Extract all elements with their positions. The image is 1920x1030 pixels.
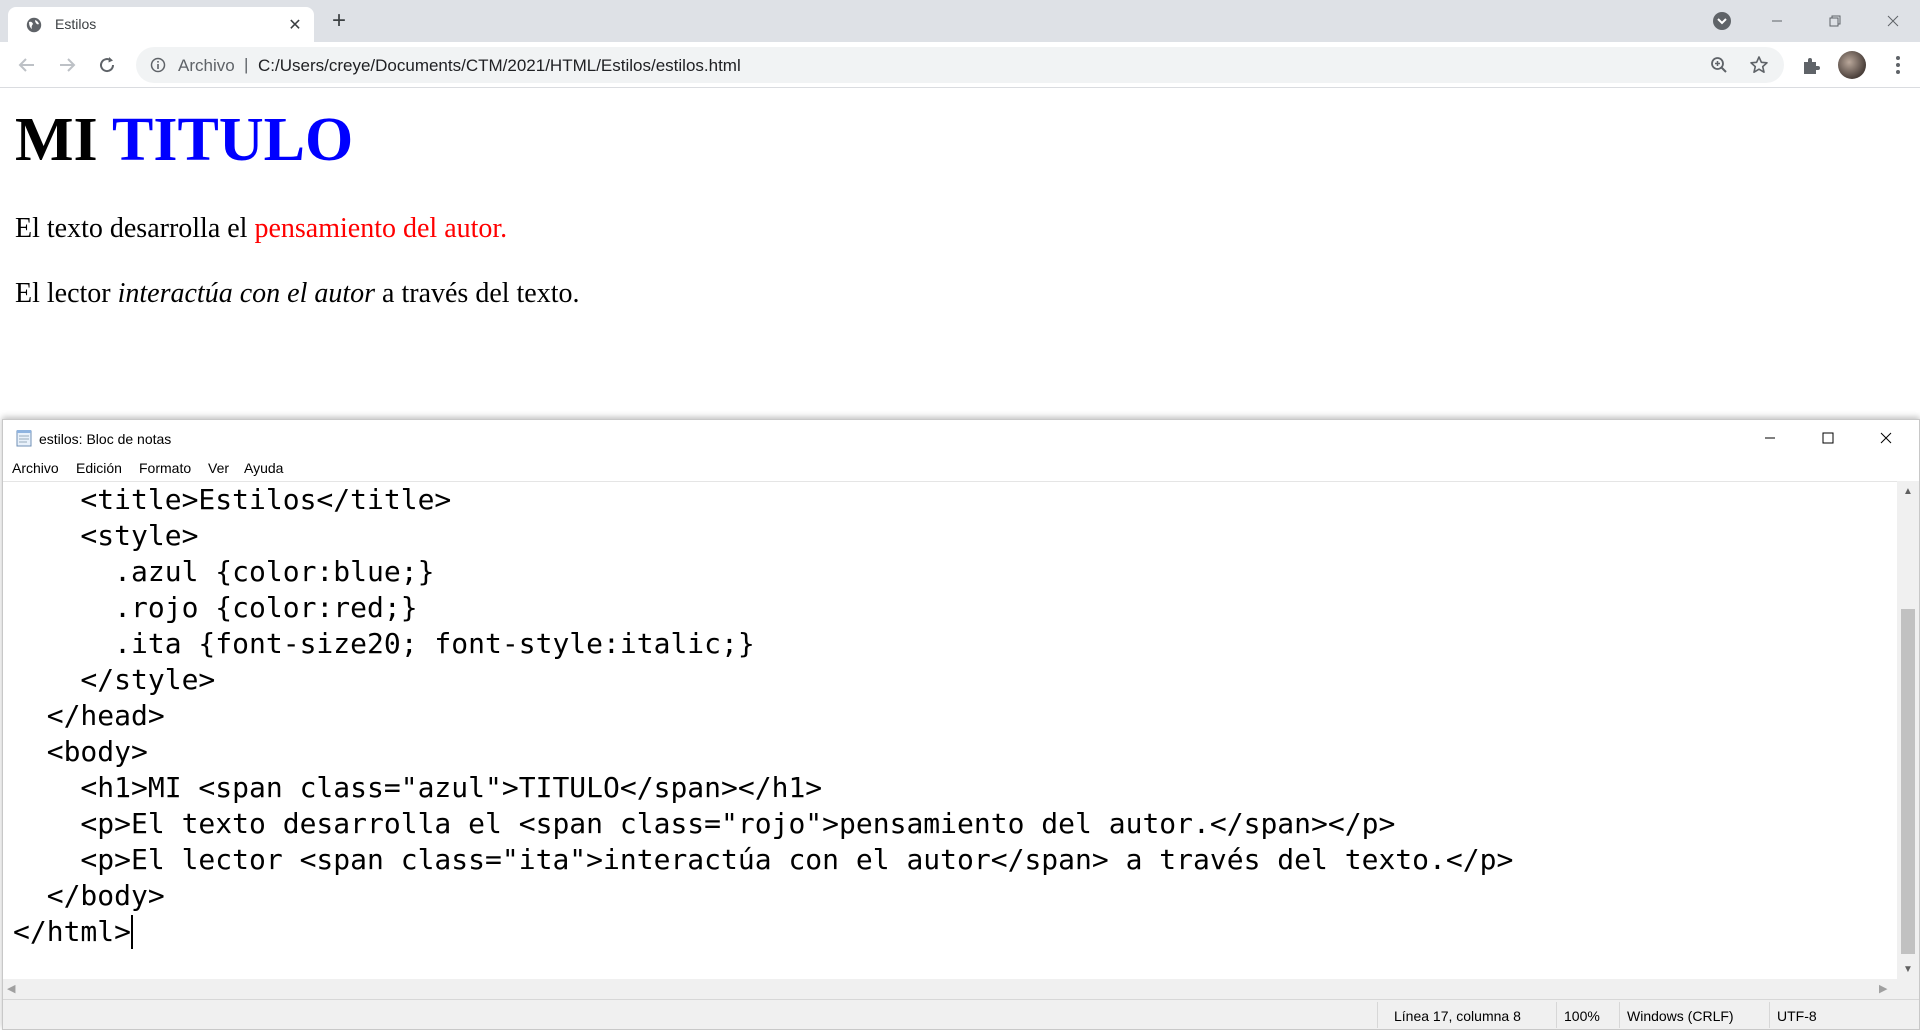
extensions-puzzle-icon[interactable] xyxy=(1800,54,1822,76)
reload-button[interactable] xyxy=(92,50,122,80)
code-line: <style> xyxy=(13,519,199,552)
notepad-minimize-button[interactable] xyxy=(1741,420,1799,456)
zoom-icon[interactable] xyxy=(1710,56,1728,74)
vertical-scrollbar[interactable]: ▲ ▼ xyxy=(1897,481,1919,979)
status-zoom: 100% xyxy=(1564,1008,1600,1024)
minimize-icon xyxy=(1765,437,1775,439)
restore-icon xyxy=(1829,15,1841,27)
code-line: <title>Estilos</title> xyxy=(13,483,452,516)
horizontal-scrollbar[interactable]: ◀ ▶ xyxy=(3,979,1897,999)
notepad-title: estilos: Bloc de notas xyxy=(39,431,172,447)
p2-after-text: a través del texto. xyxy=(375,278,580,309)
code-line: <h1>MI <span class="azul">TITULO</span><… xyxy=(13,771,823,804)
scroll-up-icon[interactable]: ▲ xyxy=(1897,481,1919,501)
p2-before-text: El lector xyxy=(15,278,118,309)
scroll-right-icon[interactable]: ▶ xyxy=(1879,982,1887,995)
code-line: </head> xyxy=(13,699,165,732)
reload-icon xyxy=(100,57,115,73)
browser-toolbar: Archivo | C:/Users/creye/Documents/CTM/2… xyxy=(0,42,1920,88)
browser-tab[interactable]: Estilos ✕ xyxy=(8,7,314,42)
code-line: <body> xyxy=(13,735,148,768)
code-line: <p>El lector <span class="ita">interactú… xyxy=(13,843,1514,876)
p1-plain-text: El texto desarrolla el xyxy=(15,213,255,244)
notepad-app-icon xyxy=(16,430,32,447)
code-line: </body> xyxy=(13,879,165,912)
code-line: .ita {font-size20; font-style:italic;} xyxy=(13,627,755,660)
status-encoding: UTF-8 xyxy=(1777,1008,1817,1024)
notepad-close-button[interactable] xyxy=(1857,420,1915,456)
code-line: .rojo {color:red;} xyxy=(13,591,418,624)
window-minimize-button[interactable] xyxy=(1748,0,1806,42)
status-divider xyxy=(1769,1002,1770,1028)
tab-title: Estilos xyxy=(55,16,97,32)
info-icon[interactable] xyxy=(150,57,166,73)
status-divider xyxy=(1619,1002,1620,1028)
code-last-line: </html> xyxy=(13,914,1513,950)
scheme-label: Archivo xyxy=(178,56,235,75)
status-divider xyxy=(1377,1002,1378,1028)
status-divider xyxy=(1556,1002,1557,1028)
status-line-endings: Windows (CRLF) xyxy=(1627,1008,1734,1024)
bookmark-star-icon[interactable] xyxy=(1749,55,1769,75)
code-line: </html> xyxy=(13,915,132,948)
notepad-status-bar: Línea 17, columna 8 100% Windows (CRLF) … xyxy=(3,999,1919,1029)
minimize-icon xyxy=(1772,20,1782,22)
forward-button[interactable] xyxy=(52,50,82,80)
new-tab-button[interactable]: + xyxy=(326,8,352,34)
tab-close-icon[interactable]: ✕ xyxy=(286,16,304,34)
heading-blue-text: TITULO xyxy=(112,106,354,174)
maximize-icon xyxy=(1822,432,1834,444)
status-cursor-position: Línea 17, columna 8 xyxy=(1394,1008,1521,1024)
scrollbar-corner xyxy=(1897,979,1919,999)
scheme-separator: | xyxy=(244,55,249,74)
menu-formato[interactable]: Formato xyxy=(139,460,191,476)
notepad-maximize-button[interactable] xyxy=(1799,420,1857,456)
rendered-web-page: MI TITULO El texto desarrolla el pensami… xyxy=(0,89,1920,419)
notepad-window: estilos: Bloc de notas Archivo Edición F… xyxy=(2,419,1920,1030)
globe-icon xyxy=(26,17,42,33)
code-line: <p>El texto desarrolla el <span class="r… xyxy=(13,807,1396,840)
browser-tab-strip: Estilos ✕ + xyxy=(0,0,1920,42)
window-close-button[interactable] xyxy=(1864,0,1920,42)
arrow-left-icon xyxy=(18,58,34,72)
url-text[interactable]: C:/Users/creye/Documents/CTM/2021/HTML/E… xyxy=(258,56,741,76)
scroll-left-icon[interactable]: ◀ xyxy=(7,982,15,995)
back-button[interactable] xyxy=(12,50,42,80)
menu-ayuda[interactable]: Ayuda xyxy=(244,460,283,476)
close-icon xyxy=(1880,432,1892,444)
code-line: </style> xyxy=(13,663,216,696)
text-caret xyxy=(131,915,134,949)
p2-italic-text: interactúa con el autor xyxy=(117,278,376,309)
page-heading: MI TITULO xyxy=(15,105,353,176)
close-icon xyxy=(1887,15,1899,27)
heading-plain-text: MI xyxy=(15,106,113,174)
code-line: .azul {color:blue;} xyxy=(13,555,435,588)
menu-edicion[interactable]: Edición xyxy=(76,460,122,476)
notepad-text-area[interactable]: <title>Estilos</title> <style> .azul {co… xyxy=(3,481,1897,979)
scrollbar-thumb[interactable] xyxy=(1901,609,1915,954)
arrow-right-icon xyxy=(60,58,76,72)
scroll-down-icon[interactable]: ▼ xyxy=(1897,959,1919,979)
menu-ver[interactable]: Ver xyxy=(208,460,229,476)
notepad-titlebar[interactable]: estilos: Bloc de notas xyxy=(3,420,1919,456)
code-text: <title>Estilos</title> <style> .azul {co… xyxy=(13,482,1513,950)
profile-avatar[interactable] xyxy=(1838,51,1866,79)
tab-search-icon[interactable] xyxy=(1712,11,1732,31)
address-bar[interactable]: Archivo | C:/Users/creye/Documents/CTM/2… xyxy=(136,47,1784,83)
menu-archivo[interactable]: Archivo xyxy=(12,460,59,476)
paragraph-one: El texto desarrolla el pensamiento del a… xyxy=(15,213,507,245)
notepad-menubar: Archivo Edición Formato Ver Ayuda xyxy=(3,456,1919,480)
window-restore-button[interactable] xyxy=(1806,0,1864,42)
p1-red-text: pensamiento del autor. xyxy=(254,213,508,244)
paragraph-two: El lector interactúa con el autor a trav… xyxy=(15,278,580,310)
browser-menu-kebab-icon[interactable] xyxy=(1886,53,1910,77)
